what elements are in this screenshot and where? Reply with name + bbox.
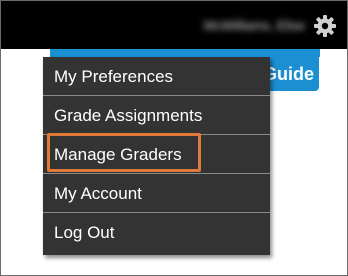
menu-item-grade-assignments[interactable]: Grade Assignments	[43, 96, 270, 135]
guide-button[interactable]: Guide	[263, 57, 319, 91]
top-bar: McWilliams, Elise	[1, 1, 347, 49]
user-name[interactable]: McWilliams, Elise	[193, 16, 305, 36]
header-accent-strip	[50, 49, 320, 57]
screenshot-frame: McWilliams, Elise Guide My Preferences G…	[0, 0, 348, 276]
menu-item-my-account[interactable]: My Account	[43, 174, 270, 213]
menu-item-my-preferences[interactable]: My Preferences	[43, 57, 270, 96]
gear-icon[interactable]	[313, 14, 337, 38]
menu-item-manage-graders[interactable]: Manage Graders	[43, 135, 270, 174]
user-dropdown-menu: My Preferences Grade Assignments Manage …	[43, 57, 270, 255]
menu-item-log-out[interactable]: Log Out	[43, 213, 270, 252]
